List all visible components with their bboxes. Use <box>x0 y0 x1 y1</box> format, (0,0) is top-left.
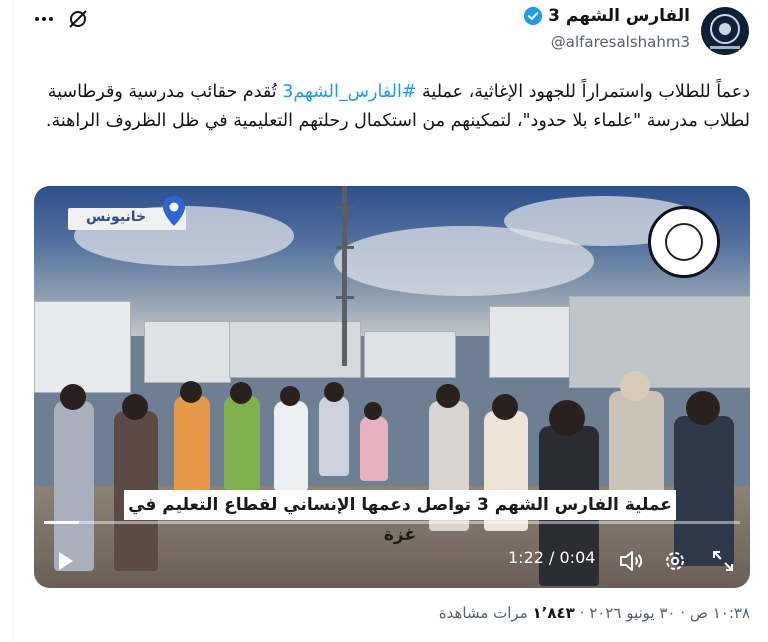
video-frame-pole-bar <box>336 206 354 209</box>
author-name-row[interactable]: الفارس الشهم 3 <box>523 6 690 26</box>
tweet-date[interactable]: ٣٠ يونيو ٢٠٢٦ <box>589 604 675 622</box>
video-frame-person <box>274 401 308 491</box>
video-frame-pole <box>342 186 347 366</box>
views-count: ١٬٨٤٣ <box>532 604 575 622</box>
video-frame-container <box>34 301 131 393</box>
video-frame-head <box>436 384 460 408</box>
avatar-emblem <box>710 13 740 44</box>
video-time: 1:22 / 0:04 <box>508 548 596 567</box>
video-frame-person <box>174 396 210 496</box>
meta-separator: · <box>579 604 585 622</box>
video-frame-head <box>492 394 518 420</box>
tweet-text-part1: دعماً للطلاب واستمراراً للجهود الإغاثية،… <box>416 82 750 102</box>
video-frame-head <box>60 384 86 410</box>
operation-logo <box>648 206 720 278</box>
fullscreen-icon[interactable] <box>710 548 736 574</box>
video-frame-person <box>360 416 388 481</box>
grok-icon[interactable] <box>67 8 89 30</box>
views-label: مرات مشاهدة <box>438 604 528 622</box>
video-frame-person <box>319 396 349 476</box>
video-frame-container <box>144 321 231 383</box>
video-frame-head <box>549 400 585 436</box>
video-frame-pole-bar <box>336 296 354 299</box>
settings-gear-icon[interactable] <box>662 548 688 574</box>
video-player[interactable]: خانيونس عملية الفارس الشهم 3 تواصل دعمها… <box>34 186 750 588</box>
video-frame-head <box>280 386 300 406</box>
display-name[interactable]: الفارس الشهم 3 <box>548 6 690 26</box>
tweet-text: دعماً للطلاب واستمراراً للجهود الإغاثية،… <box>33 78 750 136</box>
timeline-border <box>13 0 14 642</box>
video-frame-person <box>674 416 734 566</box>
video-frame-head <box>230 382 252 404</box>
user-handle[interactable]: @alfaresalshahm3 <box>551 33 690 51</box>
video-frame-container <box>489 306 571 378</box>
video-frame-container <box>569 296 750 388</box>
video-frame-head <box>620 371 650 401</box>
video-frame-head <box>686 391 720 425</box>
avatar[interactable] <box>701 7 749 55</box>
play-icon[interactable] <box>52 548 78 574</box>
video-frame-pole-bar <box>336 246 354 249</box>
video-frame-head <box>180 381 202 403</box>
video-frame-head <box>364 402 382 420</box>
video-frame-head <box>324 382 344 402</box>
video-frame-person <box>54 401 94 571</box>
avatar-caption-bar <box>710 45 740 49</box>
more-dots-icon[interactable] <box>33 8 55 30</box>
operation-logo-emblem <box>665 223 703 261</box>
tweet-time[interactable]: ١٠:٣٨ ص <box>690 604 750 622</box>
video-progress-fill <box>44 521 79 524</box>
location-pin-icon <box>163 196 185 226</box>
video-frame-person <box>224 396 260 491</box>
location-label: خانيونس <box>86 209 147 225</box>
verified-badge-icon <box>524 6 543 26</box>
video-caption: عملية الفارس الشهم 3 تواصل دعمها الإنسان… <box>124 490 676 545</box>
hashtag-link[interactable]: #الفارس_الشهم3 <box>282 82 416 102</box>
video-progress-bar[interactable] <box>44 521 740 524</box>
tweet-meta: ١٠:٣٨ ص · ٣٠ يونيو ٢٠٢٦ · ١٬٨٤٣ مرات مشا… <box>439 604 750 622</box>
video-frame-container <box>364 331 456 378</box>
meta-separator: · <box>680 604 686 622</box>
volume-icon[interactable] <box>618 548 644 574</box>
video-frame-head <box>122 394 148 420</box>
